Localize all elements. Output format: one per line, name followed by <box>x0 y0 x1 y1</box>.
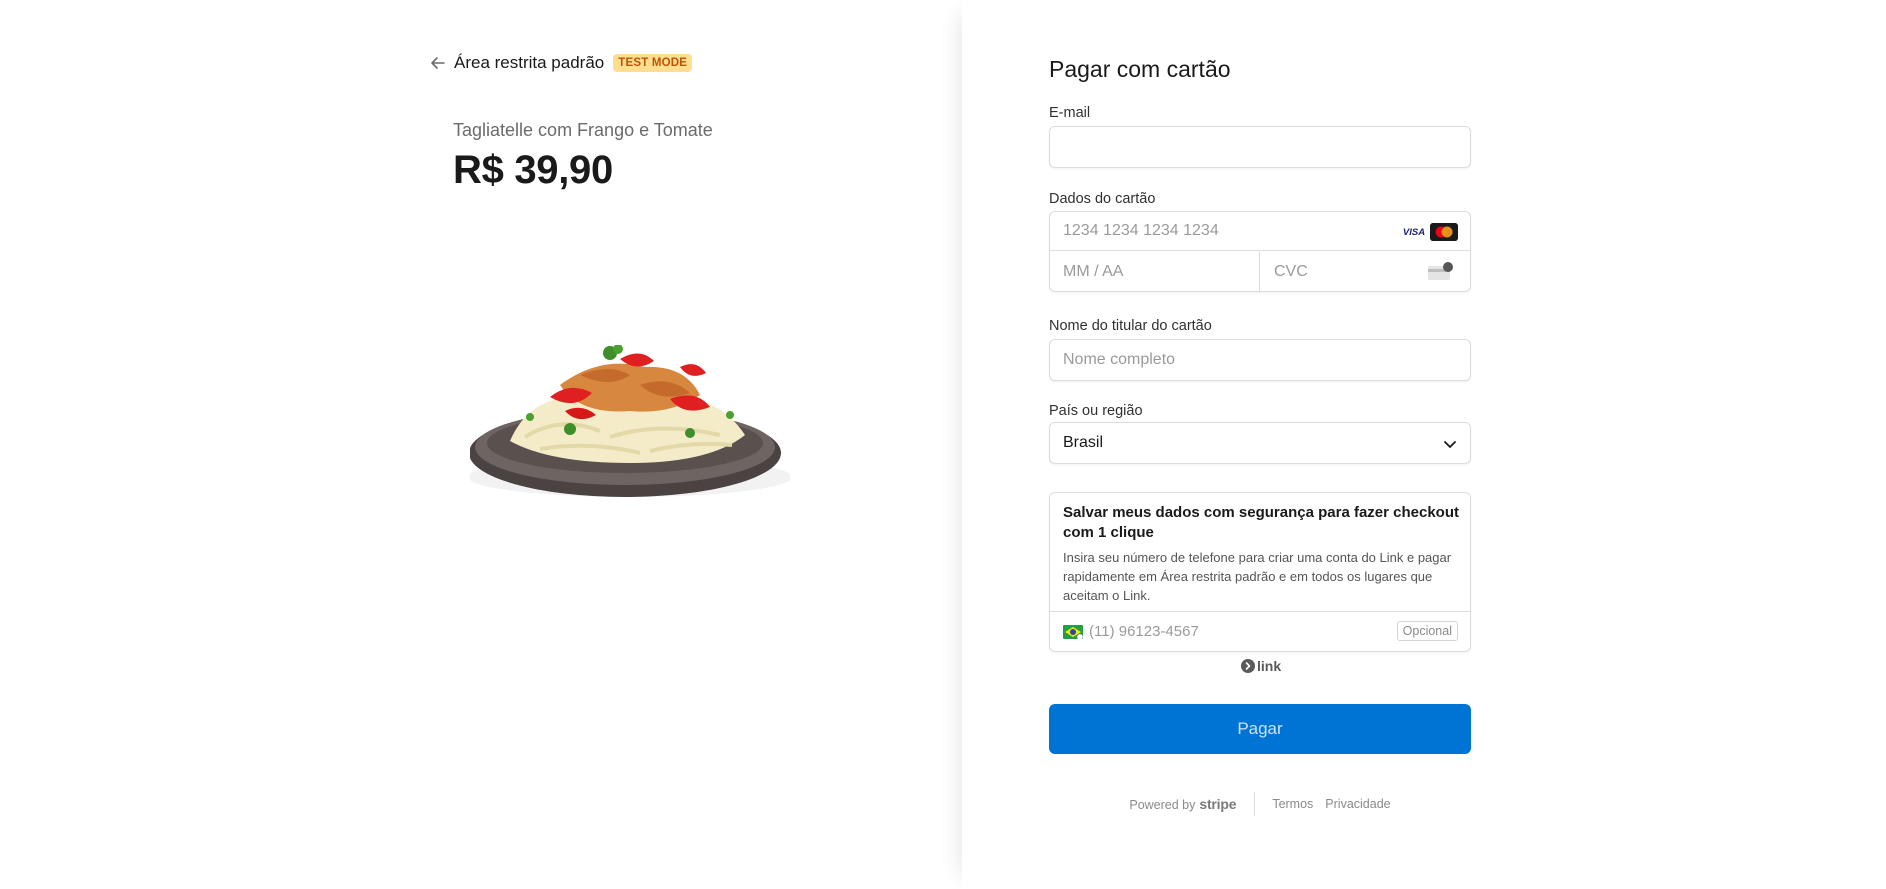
stripe-logo: stripe <box>1199 796 1237 812</box>
country-select[interactable]: Brasil <box>1049 422 1471 464</box>
cardholder-name-placeholder: Nome completo <box>1063 351 1176 368</box>
powered-by-stripe[interactable]: Powered by stripe <box>1129 796 1236 812</box>
powered-by-text: Powered by <box>1129 798 1196 812</box>
pay-button[interactable]: Pagar <box>1049 704 1471 754</box>
brazil-flag-icon <box>1063 624 1083 639</box>
footer-divider <box>1254 792 1256 816</box>
email-label: E-mail <box>1049 105 1091 121</box>
email-field[interactable] <box>1049 126 1471 168</box>
card-cvc-placeholder: CVC <box>1274 263 1308 280</box>
card-details-group: 1234 1234 1234 1234 VISA MM / AA CVC <box>1049 211 1471 292</box>
card-number-placeholder: 1234 1234 1234 1234 <box>1063 222 1219 239</box>
product-image <box>470 345 790 497</box>
optional-tag: Opcional <box>1396 621 1458 641</box>
link-title: Salvar meus dados com segurança para faz… <box>1063 504 1459 541</box>
card-cvc-input[interactable]: CVC <box>1261 252 1470 292</box>
merchant-name[interactable]: Área restrita padrão <box>454 53 604 73</box>
back-link[interactable]: Área restrita padrão TEST MODE <box>430 52 693 74</box>
country-label: País ou região <box>1049 403 1143 419</box>
card-details-label: Dados do cartão <box>1049 191 1156 207</box>
card-number-input[interactable]: 1234 1234 1234 1234 VISA <box>1050 212 1470 251</box>
link-arrow-icon <box>1241 659 1255 673</box>
product-name: Tagliatelle com Frango e Tomate <box>453 120 713 140</box>
card-expiry-input[interactable]: MM / AA <box>1050 252 1260 292</box>
terms-link[interactable]: Termos <box>1272 797 1313 811</box>
footer: Powered by stripe Termos Privacidade <box>1049 792 1471 816</box>
chevron-down-icon <box>1444 441 1456 448</box>
link-logo: link <box>1241 658 1281 674</box>
test-mode-badge: TEST MODE <box>613 54 693 72</box>
country-value: Brasil <box>1063 434 1104 451</box>
form-title: Pagar com cartão <box>1049 56 1231 82</box>
link-logo-text: link <box>1257 658 1282 674</box>
phone-input[interactable]: (11) 96123-4567 Opcional <box>1050 611 1470 651</box>
cardholder-name-input[interactable]: Nome completo <box>1049 339 1471 381</box>
link-description: Insira seu número de telefone para criar… <box>1063 550 1452 603</box>
cardholder-name-label: Nome do titular do cartão <box>1049 318 1212 334</box>
mastercard-icon <box>1430 223 1458 241</box>
arrow-left-icon[interactable] <box>430 55 446 71</box>
payment-panel: Pagar com cartão E-mail Dados do cartão … <box>962 0 1886 889</box>
visa-icon: VISA <box>1400 224 1428 240</box>
privacy-link[interactable]: Privacidade <box>1325 797 1390 811</box>
cvc-card-icon <box>1428 262 1453 280</box>
product-price: R$ 39,90 <box>453 148 613 192</box>
product-summary-panel: Área restrita padrão TEST MODE Tagliatel… <box>0 0 962 889</box>
phone-placeholder: (11) 96123-4567 <box>1089 623 1199 640</box>
link-save-box: Salvar meus dados com segurança para faz… <box>1049 492 1471 652</box>
card-expiry-placeholder: MM / AA <box>1063 263 1124 280</box>
